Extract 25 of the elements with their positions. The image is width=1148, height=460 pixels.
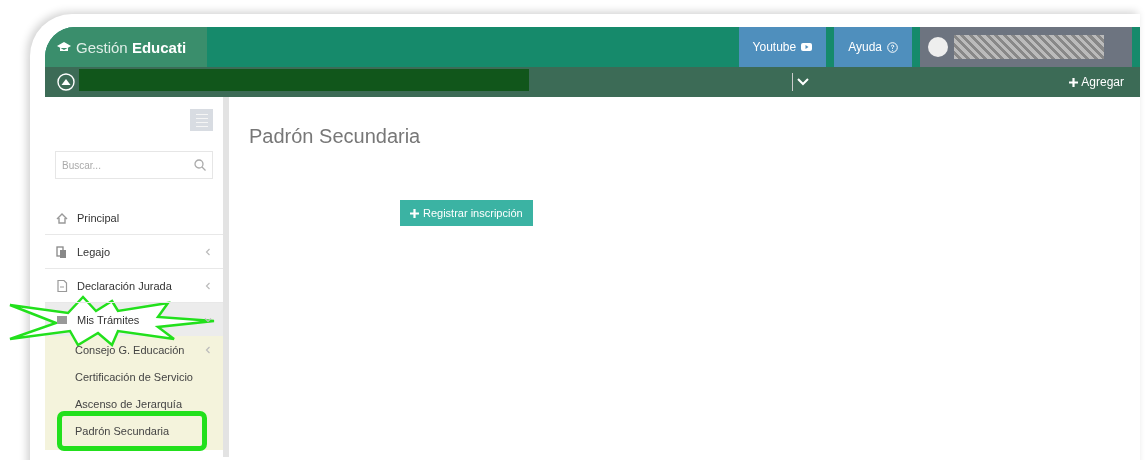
submenu-item[interactable]: Consejo G. Educación xyxy=(45,336,223,363)
chevron-down-icon[interactable] xyxy=(797,77,809,87)
submenu-item[interactable]: Certificación de Servicio xyxy=(45,363,223,390)
help-button[interactable]: Ayuda xyxy=(834,27,912,67)
graduation-cap-icon xyxy=(57,42,71,52)
sidebar-item[interactable]: Principal xyxy=(45,201,223,235)
plus-icon xyxy=(1069,77,1079,87)
video-button[interactable]: Youtube xyxy=(738,27,827,67)
plus-icon xyxy=(410,208,419,218)
avatar xyxy=(928,37,948,57)
user-menu[interactable] xyxy=(920,27,1132,67)
sidebar-item[interactable]: Legajo xyxy=(45,235,223,269)
video-icon xyxy=(801,43,813,51)
add-button[interactable]: Agregar xyxy=(1063,74,1130,90)
sidebar-item[interactable]: Mis Trámites xyxy=(45,303,223,336)
help-icon xyxy=(887,41,898,53)
menu-toggle-button[interactable] xyxy=(190,109,213,131)
document-icon xyxy=(55,278,69,293)
brand-name: Gestión Educati xyxy=(76,38,187,56)
submenu-item[interactable]: Padrón Secundaria xyxy=(45,417,223,444)
chevron-up-circle-icon[interactable] xyxy=(57,73,75,91)
copy-icon xyxy=(55,244,69,259)
page-title: Padrón Secundaria xyxy=(249,125,422,148)
search-icon xyxy=(194,159,206,171)
submenu-item[interactable]: Ascenso de Jerarquía xyxy=(45,390,223,417)
